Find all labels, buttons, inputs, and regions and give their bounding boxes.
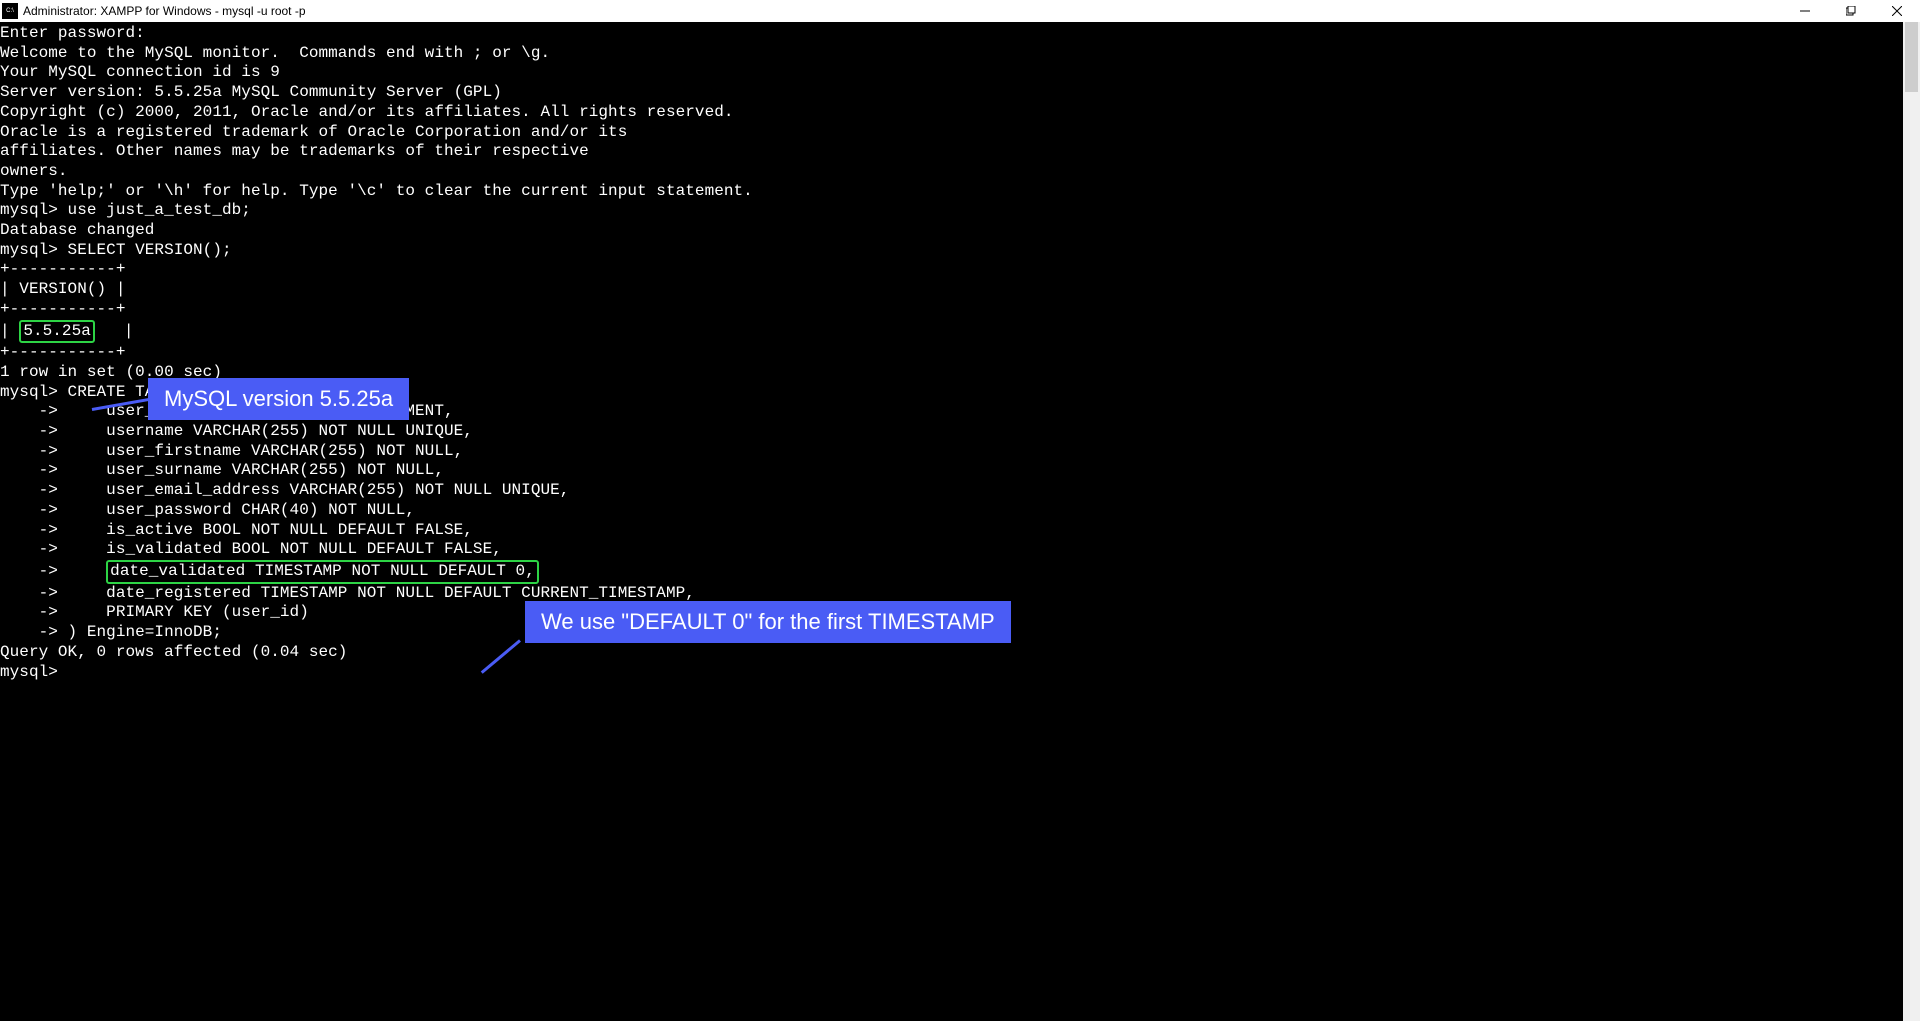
terminal-line: | VERSION() | bbox=[0, 280, 1920, 300]
default-zero-highlight: date_validated TIMESTAMP NOT NULL DEFAUL… bbox=[106, 560, 539, 584]
window-titlebar: Administrator: XAMPP for Windows - mysql… bbox=[0, 0, 1920, 22]
terminal-line: | 5.5.25a | bbox=[0, 320, 1920, 344]
text-segment: | bbox=[0, 322, 19, 340]
window-controls bbox=[1782, 0, 1920, 22]
version-callout: MySQL version 5.5.25a bbox=[148, 378, 409, 420]
terminal-line: mysql> use just_a_test_db; bbox=[0, 201, 1920, 221]
terminal-area[interactable]: Enter password: Welcome to the MySQL mon… bbox=[0, 22, 1920, 1021]
minimize-button[interactable] bbox=[1782, 0, 1828, 22]
terminal-line: Database changed bbox=[0, 221, 1920, 241]
terminal-line: -> date_validated TIMESTAMP NOT NULL DEF… bbox=[0, 560, 1920, 584]
terminal-line: -> is_active BOOL NOT NULL DEFAULT FALSE… bbox=[0, 521, 1920, 541]
version-highlight: 5.5.25a bbox=[19, 320, 95, 344]
terminal-line: Copyright (c) 2000, 2011, Oracle and/or … bbox=[0, 103, 1920, 123]
scrollbar-thumb[interactable] bbox=[1905, 22, 1918, 92]
text-segment: -> bbox=[0, 562, 106, 580]
maximize-button[interactable] bbox=[1828, 0, 1874, 22]
terminal-line: -> user_email_address VARCHAR(255) NOT N… bbox=[0, 481, 1920, 501]
window-title: Administrator: XAMPP for Windows - mysql… bbox=[23, 4, 306, 18]
terminal-content: Enter password: Welcome to the MySQL mon… bbox=[0, 24, 1920, 682]
terminal-line: -> is_validated BOOL NOT NULL DEFAULT FA… bbox=[0, 540, 1920, 560]
terminal-line: +-----------+ bbox=[0, 300, 1920, 320]
cmd-icon bbox=[2, 3, 18, 19]
terminal-line: -> user_surname VARCHAR(255) NOT NULL, bbox=[0, 461, 1920, 481]
text-segment: | bbox=[95, 322, 134, 340]
terminal-line: owners. bbox=[0, 162, 1920, 182]
terminal-line: Type 'help;' or '\h' for help. Type '\c'… bbox=[0, 182, 1920, 202]
terminal-line: Enter password: bbox=[0, 24, 1920, 44]
terminal-line: +-----------+ bbox=[0, 343, 1920, 363]
terminal-line: Welcome to the MySQL monitor. Commands e… bbox=[0, 44, 1920, 64]
terminal-line: mysql> SELECT VERSION(); bbox=[0, 241, 1920, 261]
terminal-line: affiliates. Other names may be trademark… bbox=[0, 142, 1920, 162]
terminal-line: mysql> bbox=[0, 663, 1920, 683]
terminal-line: -> username VARCHAR(255) NOT NULL UNIQUE… bbox=[0, 422, 1920, 442]
default-zero-callout: We use "DEFAULT 0" for the first TIMESTA… bbox=[525, 601, 1011, 643]
close-button[interactable] bbox=[1874, 0, 1920, 22]
terminal-line: +-----------+ bbox=[0, 260, 1920, 280]
terminal-line: Your MySQL connection id is 9 bbox=[0, 63, 1920, 83]
terminal-line: Oracle is a registered trademark of Orac… bbox=[0, 123, 1920, 143]
terminal-line: Query OK, 0 rows affected (0.04 sec) bbox=[0, 643, 1920, 663]
terminal-line: -> user_password CHAR(40) NOT NULL, bbox=[0, 501, 1920, 521]
terminal-line: -> user_firstname VARCHAR(255) NOT NULL, bbox=[0, 442, 1920, 462]
terminal-line: Server version: 5.5.25a MySQL Community … bbox=[0, 83, 1920, 103]
vertical-scrollbar[interactable] bbox=[1903, 22, 1920, 1021]
